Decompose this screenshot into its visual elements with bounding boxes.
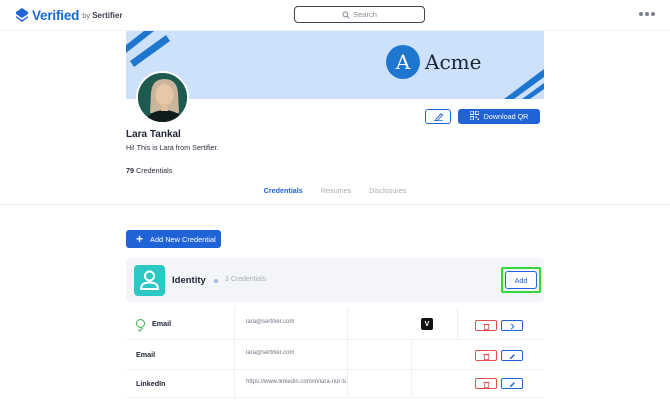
view-credential-button[interactable]: [501, 320, 523, 331]
delete-button[interactable]: [475, 320, 497, 331]
section-credential-count: 3 Credentials: [225, 276, 267, 283]
trash-icon: [482, 375, 490, 393]
credential-count-number: 79: [126, 166, 134, 175]
tab-resumes[interactable]: Resumes: [321, 186, 351, 196]
credential-row: Email lara@sertifier.com: [126, 340, 544, 370]
section-title: Identity: [172, 275, 206, 286]
column-divider: [347, 307, 348, 339]
column-divider: [411, 370, 412, 397]
add-identity-button[interactable]: Add: [505, 271, 537, 289]
more-menu-button[interactable]: [639, 10, 655, 18]
company-brand: A Acme: [386, 45, 481, 79]
company-name: Acme: [425, 50, 482, 74]
edit-credential-button[interactable]: [501, 378, 523, 389]
trash-icon: [482, 317, 490, 335]
chevron-right-icon: [509, 317, 516, 335]
profile-tabs: Credentials Resumes Disclosures: [126, 186, 544, 196]
column-divider: [411, 340, 412, 369]
column-divider: [234, 370, 235, 397]
more-dot: [639, 12, 643, 16]
plus-icon: +: [136, 232, 144, 246]
verified-logo[interactable]: Verified by Sertifier: [16, 7, 122, 23]
column-divider: [234, 307, 235, 339]
delete-button[interactable]: [475, 378, 497, 389]
credential-count-label: Credentials: [136, 166, 173, 175]
credential-row: Email lara@sertifier.com V: [126, 307, 544, 340]
download-qr-button[interactable]: Download QR: [458, 109, 540, 124]
add-new-credential-button[interactable]: + Add New Credential: [126, 230, 221, 248]
qr-code-icon: [469, 110, 480, 122]
credential-count: 79 Credentials: [126, 166, 172, 175]
profile-bio: Hi! This is Lara from Sertifier.: [126, 143, 219, 152]
logo-by: by: [82, 10, 91, 20]
logo-brand: Sertifier: [92, 10, 123, 20]
pencil-icon: [433, 108, 444, 126]
delete-button[interactable]: [475, 350, 497, 361]
tab-disclosures[interactable]: Disclosures: [369, 186, 406, 196]
pencil-icon: [509, 375, 516, 393]
logo-subtitle: by Sertifier: [82, 11, 122, 20]
more-dot: [645, 12, 649, 16]
credential-row: LinkedIn https://www.linkedin.com/in/lar…: [126, 370, 544, 398]
column-divider: [347, 340, 348, 369]
pencil-icon: [509, 347, 516, 365]
credential-label: Email: [152, 319, 172, 328]
verified-check-icon: [136, 319, 145, 332]
verified-shield-icon: [16, 8, 28, 22]
more-dot: [651, 12, 655, 16]
edit-credential-button[interactable]: [501, 350, 523, 361]
search-icon: [342, 6, 350, 24]
trash-icon: [482, 347, 490, 365]
verified-badge-icon: V: [421, 318, 433, 330]
avatar: [136, 71, 189, 124]
credential-value: lara@sertifier.com: [246, 350, 295, 356]
identity-section-header: Identity 3 Credentials Add: [126, 258, 544, 302]
company-logo: A: [386, 45, 420, 79]
search-input[interactable]: Search: [294, 6, 425, 23]
credential-label: LinkedIn: [136, 379, 166, 388]
credential-label: Email: [136, 350, 156, 359]
download-qr-label: Download QR: [483, 112, 529, 121]
column-divider: [347, 370, 348, 397]
separator-dot: [214, 279, 218, 283]
top-bar: Verified by Sertifier Search: [0, 0, 670, 31]
credential-value: lara@sertifier.com: [246, 319, 295, 325]
tab-credentials[interactable]: Credentials: [264, 186, 303, 196]
tabs-divider: [0, 204, 670, 205]
credential-value: https://www.linkedin.com/in/lara-nur-tar: [246, 379, 346, 385]
edit-profile-button[interactable]: [425, 109, 451, 124]
column-divider: [234, 340, 235, 369]
column-divider: [457, 307, 458, 339]
search-placeholder: Search: [353, 10, 377, 19]
add-new-credential-label: Add New Credential: [150, 234, 216, 244]
logo-text: Verified: [32, 7, 80, 23]
profile-name: Lara Tankal: [126, 129, 181, 140]
identity-user-icon: [134, 265, 165, 296]
